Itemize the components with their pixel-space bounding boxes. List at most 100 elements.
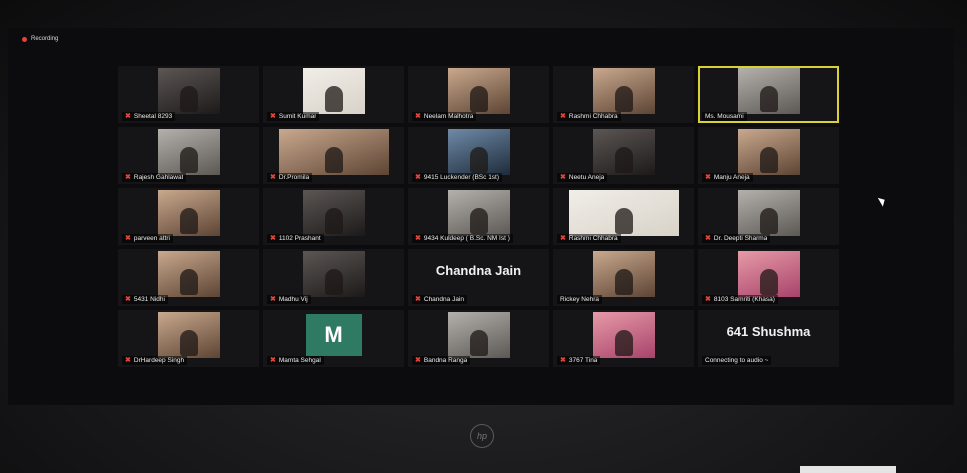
participant-name-label: ✖ Chandna Jain <box>412 295 467 304</box>
participant-name-label: ✖ Madhu Vij <box>267 295 311 304</box>
participant-tile[interactable]: ✖ Neelam Malhotra <box>408 66 549 123</box>
participant-name: 1102 Prashant <box>278 235 321 242</box>
mic-muted-icon: ✖ <box>125 296 131 303</box>
person-silhouette <box>179 208 198 234</box>
participant-video <box>447 129 510 175</box>
person-silhouette <box>469 330 488 356</box>
participant-name-label: ✖ Dr.Promila <box>267 173 313 182</box>
participant-tile[interactable]: ✖ 1102 Prashant <box>263 188 404 245</box>
participant-name: parveen attri <box>133 235 171 242</box>
participant-tile[interactable]: ✖ 3767 Tina <box>553 310 694 367</box>
mic-muted-icon: ✖ <box>705 296 711 303</box>
participant-video <box>302 190 365 236</box>
mic-muted-icon: ✖ <box>415 357 421 364</box>
participant-tile[interactable]: ✖ Sheetal 8293 <box>118 66 259 123</box>
participant-tile[interactable]: ✖ parveen attri <box>118 188 259 245</box>
monitor: Recording ✖ Sheetal 8293 ✖ Sumit Kumar ✖ Neel… <box>0 0 967 473</box>
participant-name: 8103 Samriti (Khasa) <box>713 296 775 303</box>
participant-name: Bandna Ranga <box>423 357 468 364</box>
participant-name-label: ✖ 3767 Tina <box>557 356 601 365</box>
participant-name-label: ✖ Sheetal 8293 <box>122 112 176 121</box>
mic-muted-icon: ✖ <box>270 296 276 303</box>
participant-tile[interactable]: Ms. Mousami <box>698 66 839 123</box>
glare <box>800 466 896 473</box>
participant-name: Rajesh Gahlawat <box>133 174 184 181</box>
person-silhouette <box>324 86 343 112</box>
gallery-view-grid: ✖ Sheetal 8293 ✖ Sumit Kumar ✖ Neelam Malhotr… <box>118 66 856 367</box>
participant-name-label: Ms. Mousami <box>702 112 747 121</box>
participant-video <box>302 251 365 297</box>
participant-tile[interactable]: ✖ Manju Aneja <box>698 127 839 184</box>
participant-tile[interactable]: ✖ 9434 Kuldeep ( B.Sc. NM Ist ) <box>408 188 549 245</box>
mic-muted-icon: ✖ <box>270 357 276 364</box>
participant-name: Rickey Nehra <box>560 296 600 303</box>
zoom-meeting-window: Recording ✖ Sheetal 8293 ✖ Sumit Kumar ✖ Neel… <box>8 28 954 405</box>
participant-video <box>592 68 655 114</box>
mic-muted-icon: ✖ <box>560 113 566 120</box>
recording-indicator[interactable]: Recording <box>22 36 58 42</box>
participant-name-label: ✖ Rajesh Gahlawat <box>122 173 187 182</box>
avatar: M <box>305 314 362 356</box>
person-silhouette <box>324 269 343 295</box>
mic-muted-icon: ✖ <box>560 174 566 181</box>
mic-muted-icon: ✖ <box>270 113 276 120</box>
participant-display-name: 641 Shushma <box>726 324 811 339</box>
mic-muted-icon: ✖ <box>125 357 131 364</box>
participant-tile[interactable]: ✖ Dr.Promila <box>263 127 404 184</box>
mic-muted-icon: ✖ <box>415 235 421 242</box>
participant-name: 9434 Kuldeep ( B.Sc. NM Ist ) <box>423 235 510 242</box>
participant-name: Dr.Promila <box>278 174 310 181</box>
participant-tile[interactable]: ✖ Rashmi Chhabra <box>553 66 694 123</box>
record-icon <box>22 36 27 42</box>
mic-muted-icon: ✖ <box>415 113 421 120</box>
participant-name-label: ✖ Neelam Malhotra <box>412 112 477 121</box>
participant-tile[interactable]: ✖ Sumit Kumar <box>263 66 404 123</box>
participant-tile[interactable]: ✖ Neetu Aneja <box>553 127 694 184</box>
mic-muted-icon: ✖ <box>125 113 131 120</box>
participant-video <box>157 129 220 175</box>
participant-tile[interactable]: ✖ Rashmi Chhabra <box>553 188 694 245</box>
participant-tile[interactable]: Chandna Jain ✖ Chandna Jain <box>408 249 549 306</box>
participant-name-label: ✖ 9415 Luckender (BSc 1st) <box>412 173 503 182</box>
participant-tile[interactable]: ✖ 5431 Nidhi <box>118 249 259 306</box>
participant-tile[interactable]: M ✖ Mamta Sehgal <box>263 310 404 367</box>
participant-tile[interactable]: ✖ 8103 Samriti (Khasa) <box>698 249 839 306</box>
participant-video <box>302 68 365 114</box>
participant-tile[interactable]: ✖ 9415 Luckender (BSc 1st) <box>408 127 549 184</box>
participant-tile[interactable]: ✖ DrHardeep Singh <box>118 310 259 367</box>
person-silhouette <box>324 208 343 234</box>
participant-name-label: ✖ Mamta Sehgal <box>267 356 324 365</box>
participant-name: Connecting to audio ~ <box>705 357 769 364</box>
person-silhouette <box>614 147 633 173</box>
participant-tile[interactable]: ✖ Bandna Ranga <box>408 310 549 367</box>
person-silhouette <box>179 330 198 356</box>
participant-tile[interactable]: 641 Shushma Connecting to audio ~ <box>698 310 839 367</box>
participant-tile[interactable]: ✖ Madhu Vij <box>263 249 404 306</box>
person-silhouette <box>614 269 633 295</box>
person-silhouette <box>614 208 633 234</box>
person-silhouette <box>469 147 488 173</box>
participant-video <box>592 129 655 175</box>
participant-name-label: ✖ 8103 Samriti (Khasa) <box>702 295 778 304</box>
participant-video <box>447 190 510 236</box>
participant-name: Sumit Kumar <box>278 113 317 120</box>
participant-name-label: ✖ Rashmi Chhabra <box>557 112 621 121</box>
person-silhouette <box>324 147 343 173</box>
participant-tile[interactable]: ✖ Dr. Deepti Sharma <box>698 188 839 245</box>
person-silhouette <box>469 86 488 112</box>
mic-muted-icon: ✖ <box>125 235 131 242</box>
participant-name: DrHardeep Singh <box>133 357 185 364</box>
person-silhouette <box>759 208 778 234</box>
mic-muted-icon: ✖ <box>560 235 566 242</box>
mic-muted-icon: ✖ <box>705 174 711 181</box>
mic-muted-icon: ✖ <box>125 174 131 181</box>
participant-name: 9415 Luckender (BSc 1st) <box>423 174 500 181</box>
participant-name-label: ✖ 1102 Prashant <box>267 234 324 243</box>
participant-display-name: Chandna Jain <box>435 263 522 278</box>
participant-name: 3767 Tina <box>568 357 598 364</box>
participant-tile[interactable]: Rickey Nehra <box>553 249 694 306</box>
person-silhouette <box>614 330 633 356</box>
participant-name-label: ✖ 5431 Nidhi <box>122 295 168 304</box>
person-silhouette <box>469 208 488 234</box>
participant-tile[interactable]: ✖ Rajesh Gahlawat <box>118 127 259 184</box>
